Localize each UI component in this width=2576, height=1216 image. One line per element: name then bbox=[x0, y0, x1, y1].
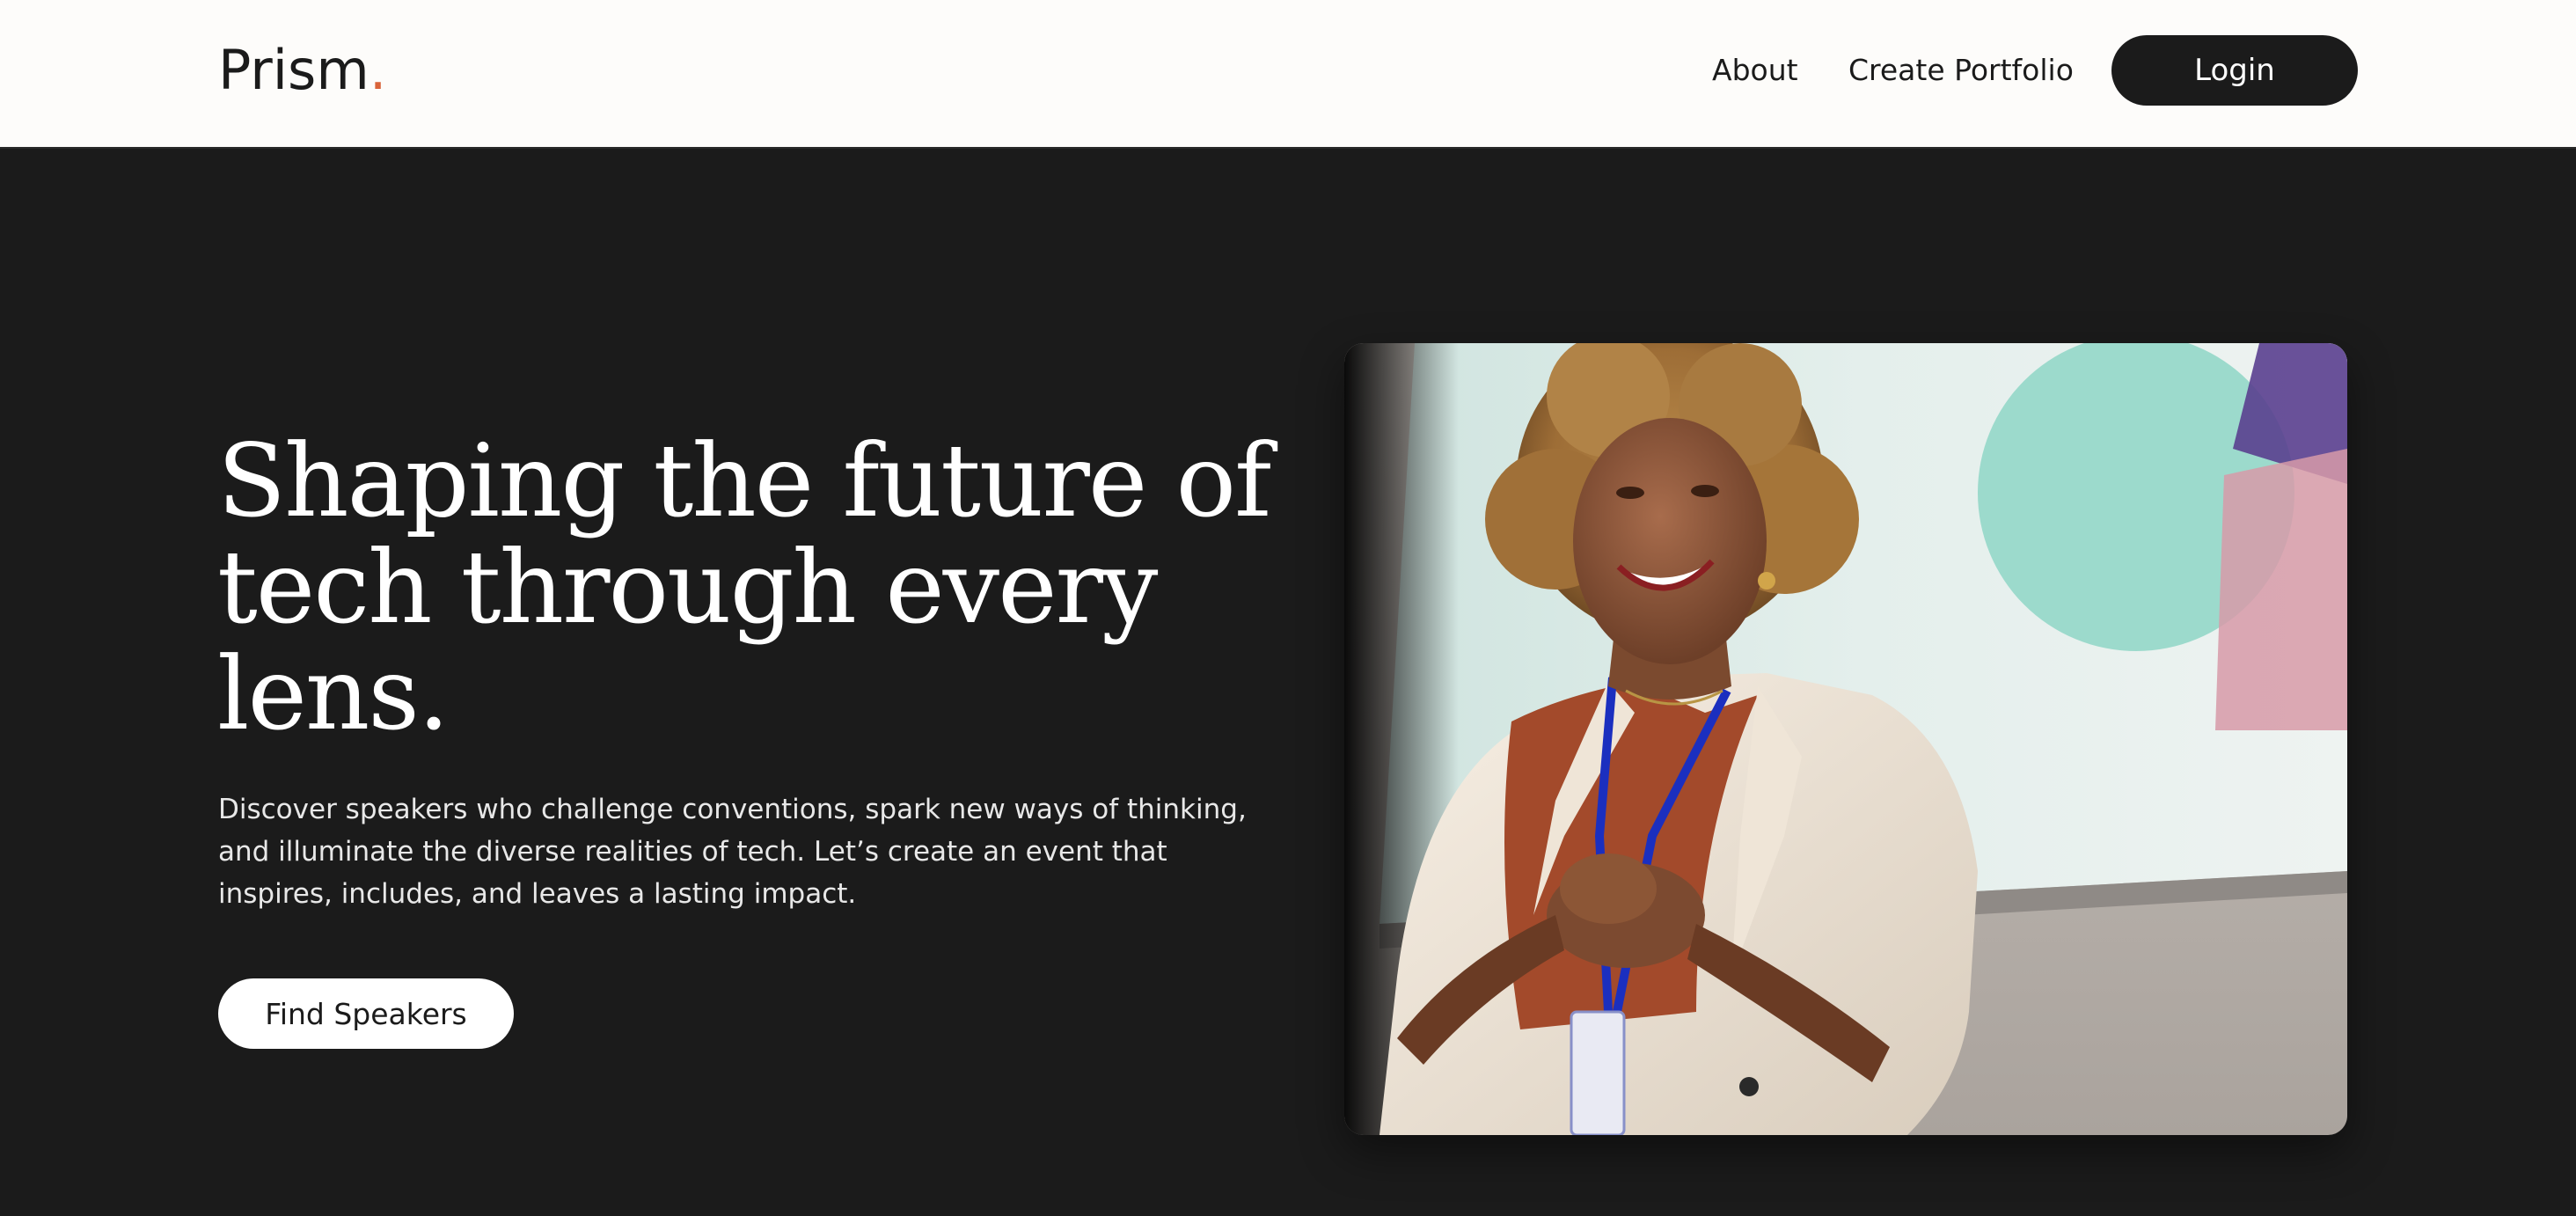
login-button[interactable]: Login bbox=[2111, 35, 2358, 106]
logo[interactable]: Prism. bbox=[218, 35, 386, 106]
logo-accent-dot: . bbox=[369, 38, 387, 102]
find-speakers-button[interactable]: Find Speakers bbox=[218, 978, 514, 1049]
nav-create-portfolio-link[interactable]: Create Portfolio bbox=[1848, 49, 2074, 92]
nav-about-link[interactable]: About bbox=[1712, 49, 1798, 92]
site-header: Prism. About Create Portfolio Login bbox=[0, 0, 2576, 149]
hero-speaker-image bbox=[1344, 343, 2347, 1135]
speaker-photo-illustration bbox=[1344, 343, 2347, 1135]
hero-title: Shaping the future of tech through every… bbox=[217, 422, 1271, 752]
hero-description: Discover speakers who challenge conventi… bbox=[218, 794, 1247, 910]
logo-text: Prism bbox=[218, 38, 370, 102]
